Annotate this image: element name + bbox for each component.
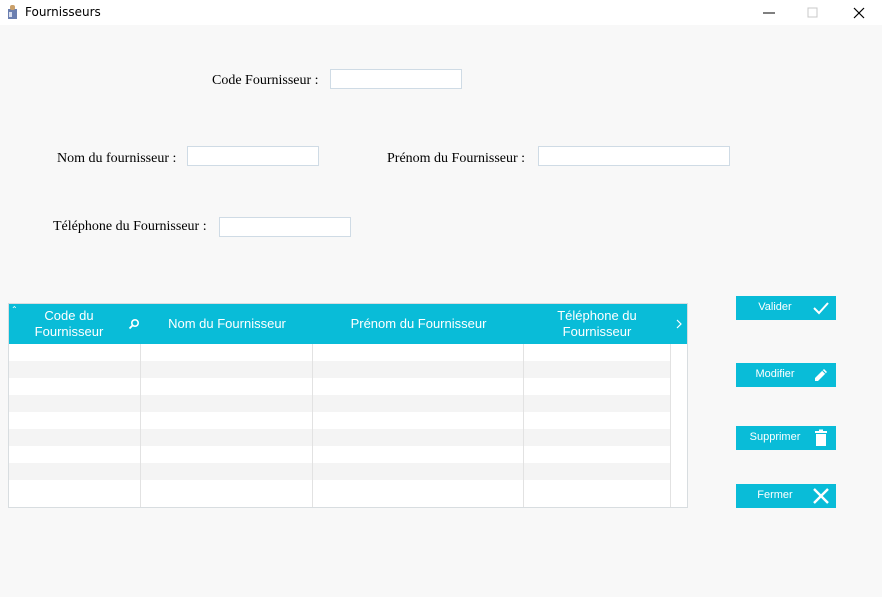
column-header-code-line1: Code du	[44, 308, 94, 323]
column-header-prenom[interactable]: Prénom du Fournisseur	[313, 304, 524, 344]
nom-fournisseur-label: Nom du fournisseur :	[57, 151, 177, 166]
column-header-code-line2: Fournisseur	[34, 324, 104, 339]
fermer-label: Fermer	[757, 489, 793, 501]
title-bar: Fournisseurs	[0, 0, 882, 25]
close-button[interactable]	[836, 0, 882, 25]
window-title: Fournisseurs	[25, 5, 101, 19]
search-icon[interactable]	[128, 318, 140, 330]
column-header-nom[interactable]: Nom du Fournisseur	[141, 304, 313, 344]
column-divider	[140, 344, 141, 507]
table-row[interactable]	[9, 446, 670, 463]
column-divider	[523, 344, 524, 507]
table-row[interactable]	[9, 378, 670, 395]
code-fournisseur-input[interactable]	[330, 69, 462, 89]
table-row[interactable]	[9, 429, 670, 446]
table-header: ⌃ Code du Fournisseur Nom du Fournisseur…	[9, 304, 687, 344]
prenom-fournisseur-label: Prénom du Fournisseur :	[387, 151, 526, 166]
table-row[interactable]	[9, 412, 670, 429]
column-header-nom-label: Nom du Fournisseur	[168, 316, 286, 331]
table-row[interactable]	[9, 361, 670, 378]
chevron-right-icon[interactable]	[675, 318, 683, 330]
code-fournisseur-label: Code Fournisseur :	[212, 73, 319, 88]
nom-fournisseur-input[interactable]	[187, 146, 319, 166]
check-icon	[813, 302, 829, 315]
x-icon	[813, 488, 829, 504]
maximize-button[interactable]	[790, 0, 836, 25]
fermer-button[interactable]: Fermer	[736, 484, 836, 508]
pencil-icon	[815, 369, 827, 381]
column-header-telephone[interactable]: Téléphone du Fournisseur	[524, 304, 670, 344]
telephone-fournisseur-label: Téléphone du Fournisseur :	[53, 219, 207, 234]
modifier-button[interactable]: Modifier	[736, 363, 836, 387]
trash-icon	[815, 429, 827, 446]
column-header-prenom-label: Prénom du Fournisseur	[350, 316, 487, 331]
column-header-code[interactable]: Code du Fournisseur	[9, 304, 129, 344]
modifier-label: Modifier	[755, 368, 795, 380]
minimize-button[interactable]	[746, 0, 792, 25]
supprimer-button[interactable]: Supprimer	[736, 426, 836, 450]
column-header-telephone-line1: Téléphone du	[557, 308, 637, 323]
telephone-fournisseur-input[interactable]	[219, 217, 351, 237]
valider-label: Valider	[758, 301, 792, 313]
close-icon	[853, 7, 865, 18]
column-header-telephone-line2: Fournisseur	[562, 324, 632, 339]
table-row[interactable]	[9, 463, 670, 480]
table-row[interactable]	[9, 395, 670, 412]
minimize-icon	[763, 12, 775, 13]
app-icon	[8, 5, 17, 19]
table-row[interactable]	[9, 344, 670, 361]
prenom-fournisseur-input[interactable]	[538, 146, 730, 166]
valider-button[interactable]: Valider	[736, 296, 836, 320]
fournisseurs-table[interactable]: ⌃ Code du Fournisseur Nom du Fournisseur…	[8, 303, 688, 508]
column-divider	[670, 344, 671, 507]
column-divider	[312, 344, 313, 507]
table-row[interactable]	[9, 480, 670, 497]
maximize-icon	[807, 7, 818, 17]
supprimer-label: Supprimer	[749, 431, 801, 443]
